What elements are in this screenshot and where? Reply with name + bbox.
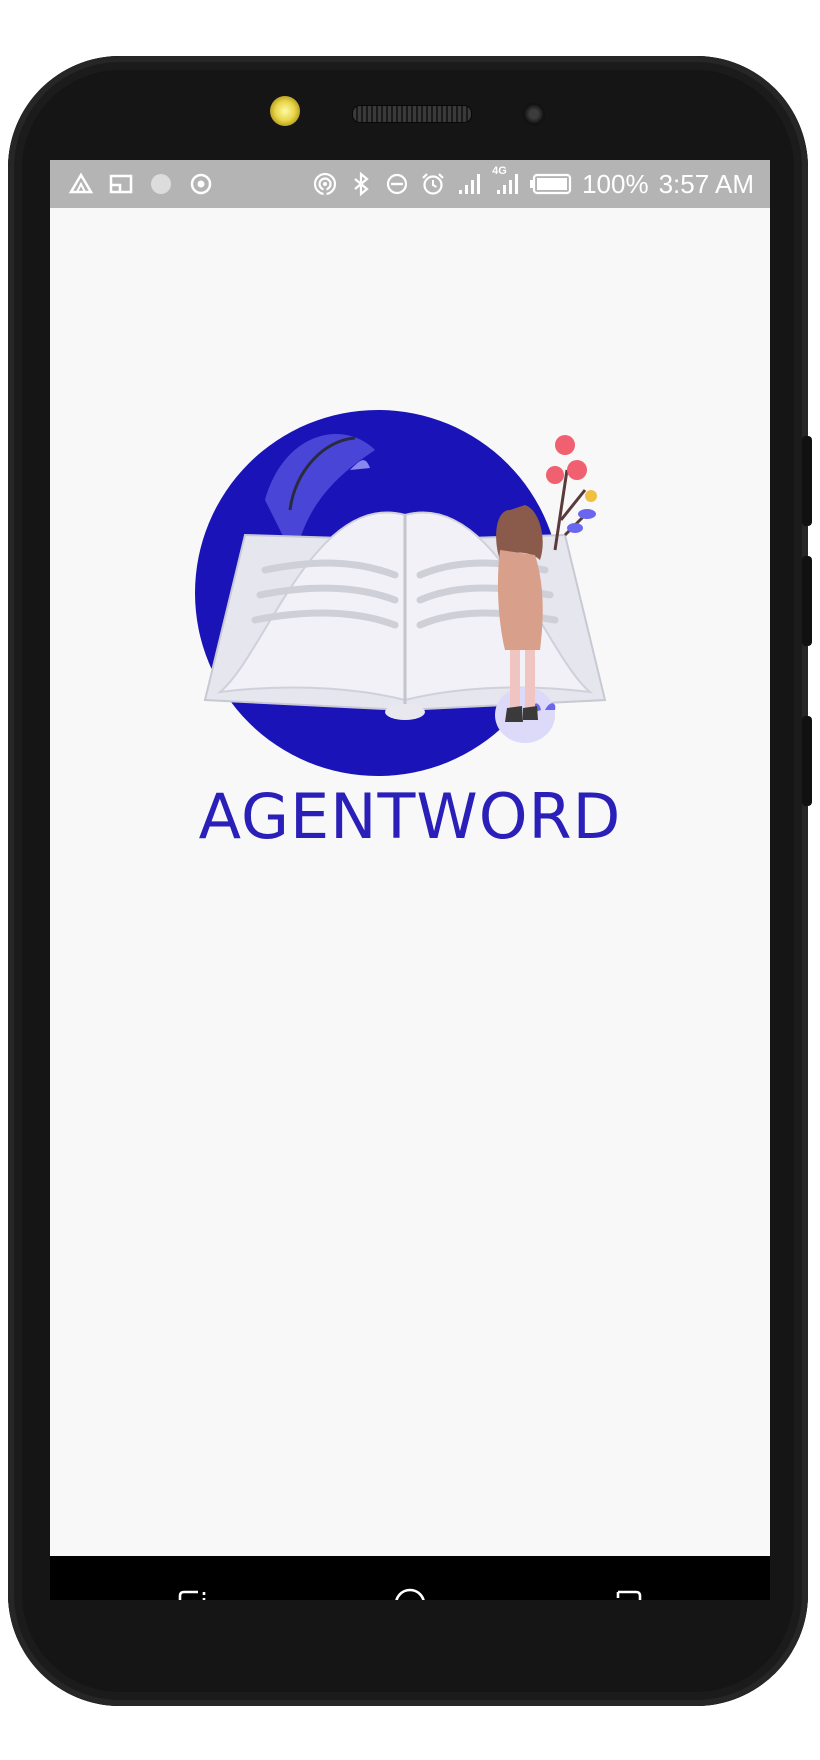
status-bar-left [50,171,214,197]
camera-flash [270,96,300,126]
earpiece-speaker [352,105,472,123]
signal-icon [459,174,481,194]
front-camera [522,102,546,126]
status-time: 3:57 AM [658,168,754,199]
navigation-bar [50,1556,770,1600]
target-icon [190,173,212,195]
signal-bars-icon [497,174,519,194]
app-title: AGENTWORD [198,780,622,853]
circle-dot-icon [151,174,171,194]
volume-up-button [802,556,812,646]
phone-frame: 4G 100% 3:57 AM AGENTWORD [8,56,812,1706]
open-book-icon [203,511,607,720]
battery-icon [530,173,572,195]
flower-plant-icon [546,435,597,551]
screen: 4G 100% 3:57 AM AGENTWORD [50,160,770,1600]
status-bar-right: 4G 100% 3:57 AM [312,165,770,200]
recent-apps-icon[interactable] [172,1584,212,1600]
hero-illustration [195,410,607,776]
back-icon[interactable] [608,1584,648,1600]
hotspot-icon [313,172,337,196]
cast-icon [109,174,133,194]
bluetooth-icon [354,171,369,197]
signal-4g-icon: 4G [492,165,520,197]
status-bar: 4G 100% 3:57 AM [50,160,770,208]
warning-triangle-icon [68,172,94,194]
power-button [802,436,812,526]
do-not-disturb-icon [386,173,408,195]
alarm-icon [422,173,444,195]
volume-down-button [802,716,812,806]
home-icon[interactable] [390,1584,430,1600]
battery-percent: 100% [582,168,649,199]
